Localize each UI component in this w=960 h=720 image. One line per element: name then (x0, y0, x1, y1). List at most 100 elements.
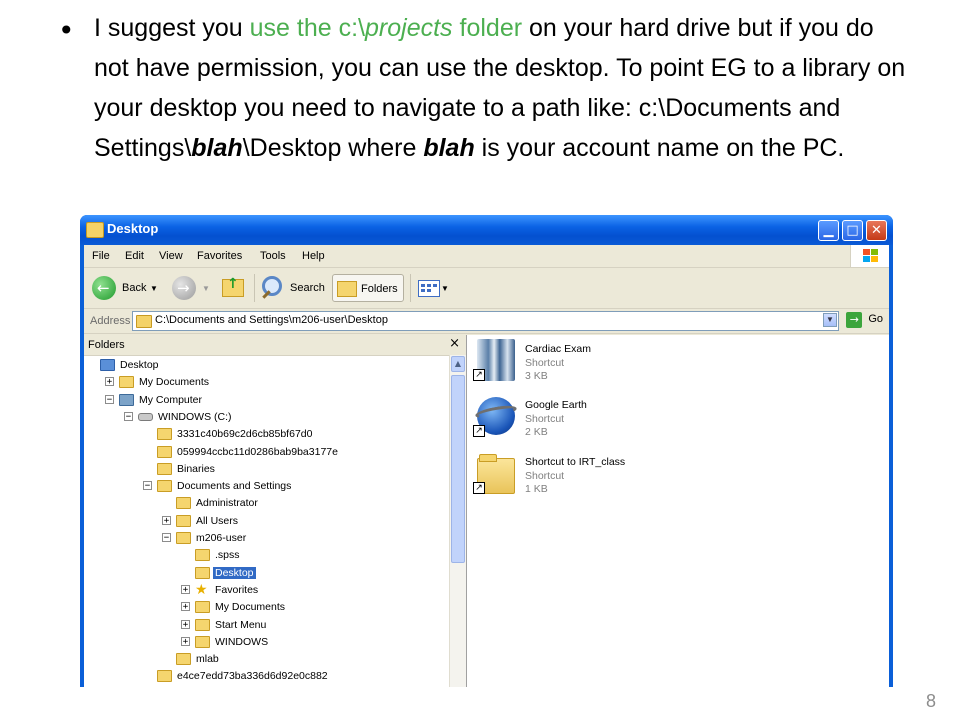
tree-item-label: My Computer (139, 393, 203, 406)
back-arrow-icon: ← (92, 276, 116, 300)
up-folder-button[interactable]: ↑ (220, 274, 248, 302)
menu-file[interactable]: File (92, 250, 110, 262)
forward-dropdown-icon[interactable]: ▼ (202, 284, 210, 293)
folders-pane: Folders × Desktop + My Documents − My Comput… (84, 335, 467, 687)
menu-edit[interactable]: Edit (125, 250, 144, 262)
collapse-icon[interactable]: − (143, 481, 152, 491)
expand-icon[interactable]: + (181, 636, 190, 646)
expand-icon[interactable]: + (181, 619, 190, 629)
folder-icon (195, 618, 210, 631)
files-pane: ↗ Cardiac Exam Shortcut 3 KB ↗ Google Ea… (467, 335, 889, 687)
go-button[interactable]: → Go (846, 312, 883, 328)
close-button[interactable]: ✕ (866, 220, 887, 241)
minimize-button[interactable]: ▁ (818, 220, 839, 241)
close-pane-icon[interactable]: × (449, 336, 460, 351)
folders-icon (337, 281, 357, 297)
back-dropdown-icon[interactable]: ▼ (150, 284, 158, 293)
tree-item-label: .spss (215, 549, 240, 562)
folder-icon (157, 480, 172, 493)
bullet-text: I suggest you use the c:\projects folder… (94, 8, 914, 168)
folder-icon (176, 532, 191, 544)
scroll-up-icon[interactable]: ▲ (451, 356, 465, 372)
window-title: Desktop (107, 221, 159, 236)
search-button[interactable]: Search (260, 274, 328, 302)
highlight-italic: projects (365, 14, 453, 42)
expand-icon[interactable]: + (105, 377, 114, 387)
menu-tools[interactable]: Tools (260, 250, 286, 262)
up-folder-icon: ↑ (222, 276, 244, 297)
file-size: 3 KB (525, 370, 548, 382)
menu-favorites[interactable]: Favorites (197, 250, 242, 262)
highlight-text-2: folder (452, 14, 523, 42)
address-folder-icon (136, 315, 152, 328)
expand-icon[interactable]: + (162, 515, 171, 525)
collapse-icon[interactable]: − (162, 533, 171, 543)
collapse-icon[interactable]: − (105, 394, 114, 404)
search-label: Search (290, 282, 325, 294)
menu-help[interactable]: Help (302, 250, 325, 262)
folders-button[interactable]: Folders (332, 274, 404, 302)
folder-icon (195, 635, 210, 648)
forward-arrow-icon: → (172, 276, 196, 300)
explorer-window: Desktop ▁ □ ✕ File Edit View Favorites T… (80, 215, 893, 687)
address-value: C:\Documents and Settings\m206-user\Desk… (155, 314, 388, 326)
file-item-cardiac-exam[interactable]: ↗ Cardiac Exam Shortcut 3 KB (473, 339, 773, 391)
back-button[interactable]: ← Back ▼ (90, 274, 160, 302)
text-part1: I suggest you (94, 14, 250, 42)
google-earth-icon: ↗ (473, 395, 518, 439)
file-name: Google Earth (525, 399, 587, 411)
highlight-text: use the c:\projects folder (250, 14, 522, 42)
blah-1: blah (191, 134, 243, 162)
expand-icon[interactable]: + (181, 602, 190, 612)
favorites-star-icon: ★ (195, 581, 208, 598)
file-item-google-earth[interactable]: ↗ Google Earth Shortcut 2 KB (473, 395, 773, 447)
menu-bar: File Edit View Favorites Tools Help (84, 245, 889, 268)
title-bar[interactable]: Desktop ▁ □ ✕ (80, 215, 893, 245)
maximize-button[interactable]: □ (842, 220, 863, 241)
folders-pane-header: Folders × (84, 335, 466, 356)
folder-icon (157, 670, 172, 683)
address-input[interactable]: C:\Documents and Settings\m206-user\Desk… (132, 311, 839, 331)
desktop-icon (100, 359, 115, 371)
folder-icon (176, 514, 191, 527)
tree-item-label: Binaries (177, 462, 215, 475)
folders-scrollbar[interactable]: ▲ (449, 355, 466, 687)
expand-icon[interactable]: + (181, 584, 190, 594)
tree-item-label: Favorites (215, 583, 259, 596)
text-part3: \Desktop where (242, 134, 424, 162)
views-dropdown-icon[interactable]: ▼ (441, 284, 449, 293)
tree-item-label: My Documents (139, 376, 210, 389)
address-label: Address (90, 315, 131, 327)
tree-item-label: My Documents (215, 601, 286, 614)
menu-view[interactable]: View (159, 250, 183, 262)
file-name: Cardiac Exam (525, 343, 591, 355)
back-label: Back (122, 282, 147, 294)
tree-item-label: WINDOWS (215, 635, 269, 648)
go-label: Go (868, 313, 883, 325)
shortcut-arrow-icon: ↗ (473, 369, 485, 381)
folder-icon (176, 497, 191, 510)
toolbar-separator-2 (410, 274, 411, 302)
file-type: Shortcut (525, 357, 565, 369)
file-type: Shortcut (525, 413, 565, 425)
file-name: Shortcut to IRT_class (525, 456, 626, 468)
scroll-thumb[interactable] (451, 375, 465, 563)
views-button[interactable]: ▼ (416, 274, 450, 302)
tree-item-label: Start Menu (215, 618, 267, 631)
tree-item-label: Documents and Settings (177, 480, 292, 493)
go-arrow-icon: → (846, 312, 863, 328)
windows-logo-icon (850, 245, 889, 267)
tree-item-label: Administrator (196, 497, 258, 510)
toolbar-separator (254, 274, 255, 302)
forward-button[interactable]: → ▼ (170, 274, 210, 302)
address-bar: Address C:\Documents and Settings\m206-u… (84, 309, 889, 334)
folder-icon (195, 549, 210, 562)
collapse-icon[interactable]: − (124, 411, 133, 421)
tree-item-label: 3331c40b69c2d6cb85bf67d0 (177, 428, 313, 441)
my-documents-icon (119, 376, 134, 389)
tree-item-label: WINDOWS (C:) (158, 410, 232, 423)
highlight-text-1: use the c:\ (249, 14, 366, 42)
shortcut-arrow-icon: ↗ (473, 482, 485, 494)
address-dropdown-icon[interactable]: ▼ (823, 313, 837, 327)
file-item-irt-class[interactable]: ↗ Shortcut to IRT_class Shortcut 1 KB (473, 452, 773, 504)
